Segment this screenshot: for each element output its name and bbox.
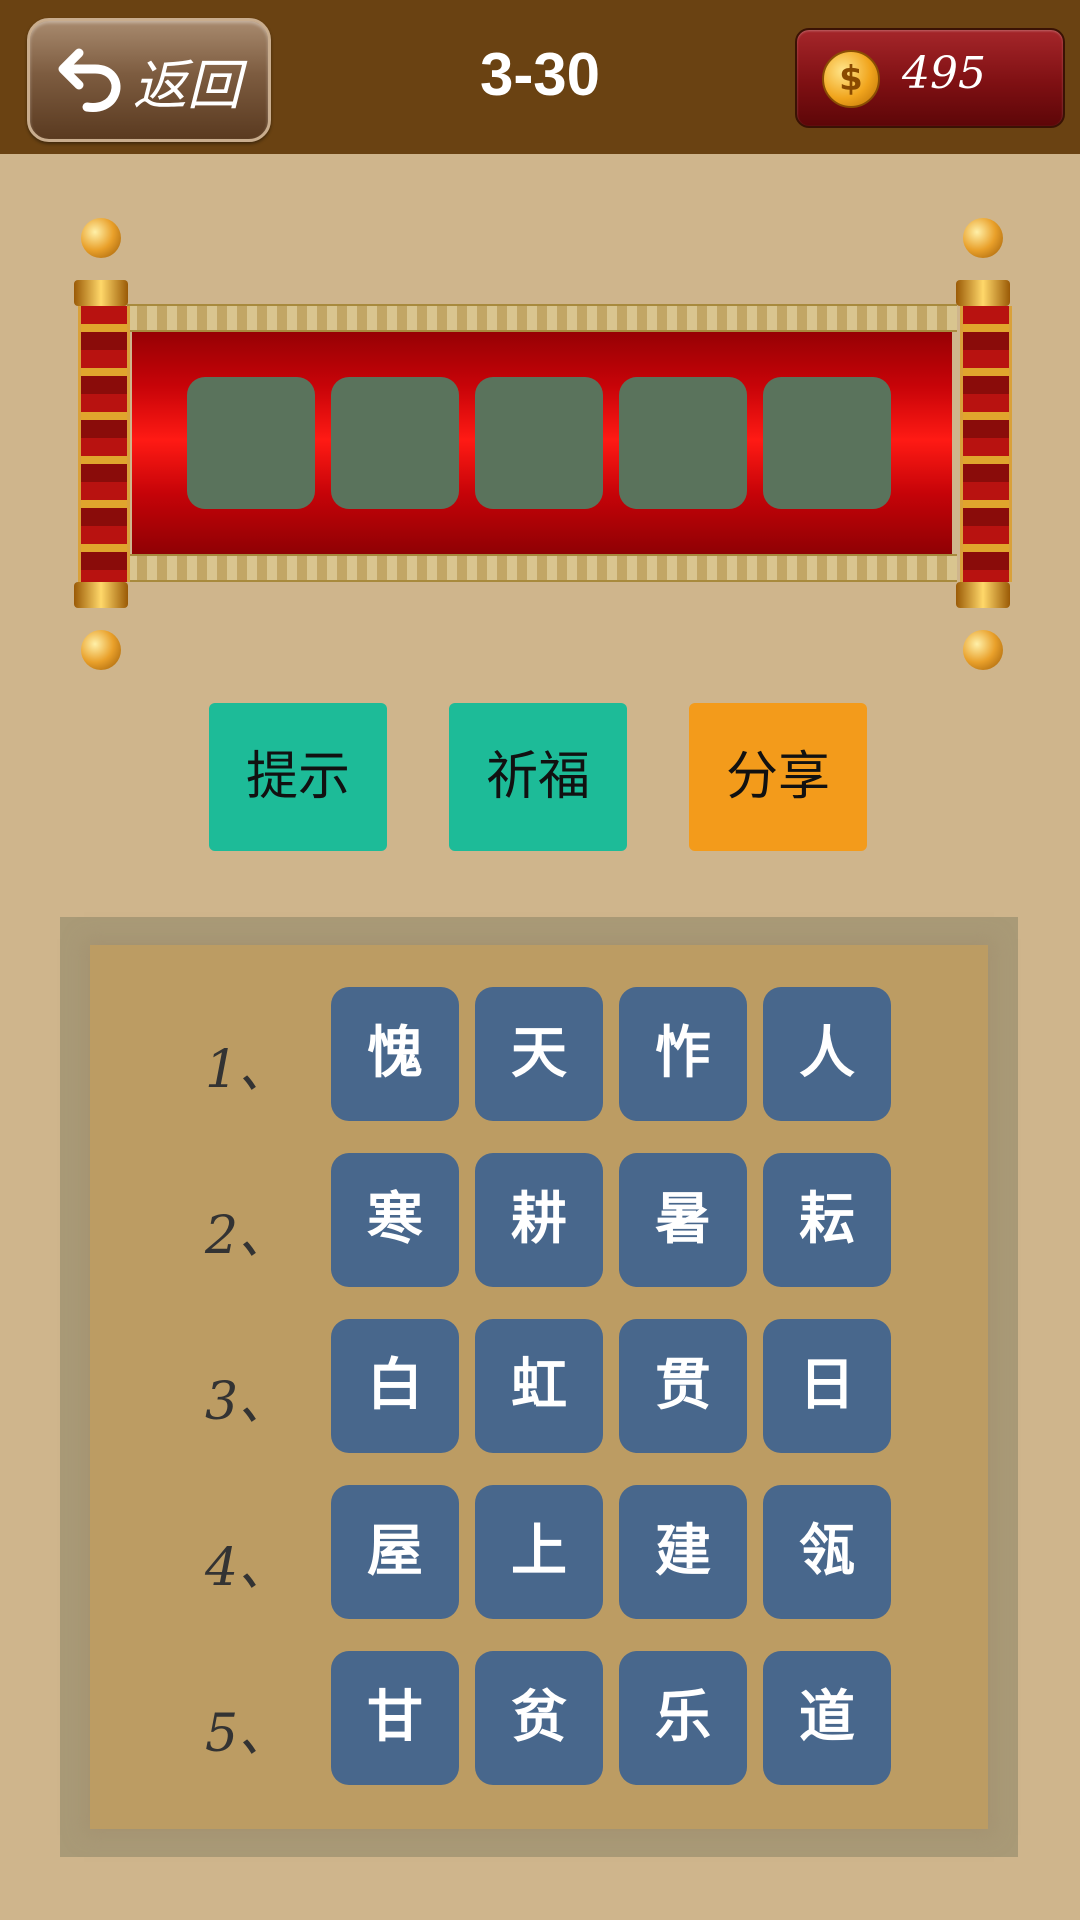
- scroll-border-top: [127, 304, 957, 332]
- return-arrow-icon: [58, 48, 121, 112]
- row-number-2: 2、: [205, 1206, 291, 1266]
- char-tile[interactable]: 暑: [619, 1153, 747, 1287]
- char-tile[interactable]: 白: [331, 1319, 459, 1453]
- scroll-rod-left: [72, 218, 130, 670]
- char-tile[interactable]: 人: [763, 987, 891, 1121]
- answer-slot-5[interactable]: [763, 377, 891, 509]
- row-number-1: 1、: [205, 1040, 291, 1100]
- row-number-3: 3、: [205, 1372, 291, 1432]
- char-tile[interactable]: 甘: [331, 1651, 459, 1785]
- scroll-rod-right: [954, 218, 1012, 670]
- top-bar: 返回 3-30 $ 495: [0, 0, 1080, 154]
- back-button-label: 返回: [133, 53, 241, 117]
- answer-slot-4[interactable]: [619, 377, 747, 509]
- level-title: 3-30: [479, 41, 601, 108]
- char-tile[interactable]: 建: [619, 1485, 747, 1619]
- char-tile[interactable]: 上: [475, 1485, 603, 1619]
- back-button[interactable]: 返回: [27, 18, 271, 142]
- char-tile[interactable]: 屋: [331, 1485, 459, 1619]
- char-tile[interactable]: 日: [763, 1319, 891, 1453]
- answer-slot-2[interactable]: [331, 377, 459, 509]
- char-tile[interactable]: 虹: [475, 1319, 603, 1453]
- hint-button[interactable]: 提示: [209, 703, 387, 851]
- char-tile[interactable]: 天: [475, 987, 603, 1121]
- char-tile[interactable]: 瓴: [763, 1485, 891, 1619]
- char-tile[interactable]: 耕: [475, 1153, 603, 1287]
- pray-button[interactable]: 祈福: [449, 703, 627, 851]
- scroll-border-bottom: [127, 554, 957, 582]
- coin-count: 495: [902, 48, 986, 99]
- row-number-5: 5、: [205, 1704, 291, 1764]
- char-tile[interactable]: 贫: [475, 1651, 603, 1785]
- char-tile[interactable]: 道: [763, 1651, 891, 1785]
- share-button[interactable]: 分享: [689, 703, 867, 851]
- char-tile[interactable]: 寒: [331, 1153, 459, 1287]
- char-tile[interactable]: 贯: [619, 1319, 747, 1453]
- answer-slot-1[interactable]: [187, 377, 315, 509]
- char-tile[interactable]: 怍: [619, 987, 747, 1121]
- char-tile[interactable]: 愧: [331, 987, 459, 1121]
- char-tile[interactable]: 乐: [619, 1651, 747, 1785]
- char-tile[interactable]: 耘: [763, 1153, 891, 1287]
- answer-slot-3[interactable]: [475, 377, 603, 509]
- row-number-4: 4、: [205, 1538, 291, 1598]
- coin-balance: $ 495: [795, 28, 1065, 128]
- coin-icon: $: [822, 50, 880, 108]
